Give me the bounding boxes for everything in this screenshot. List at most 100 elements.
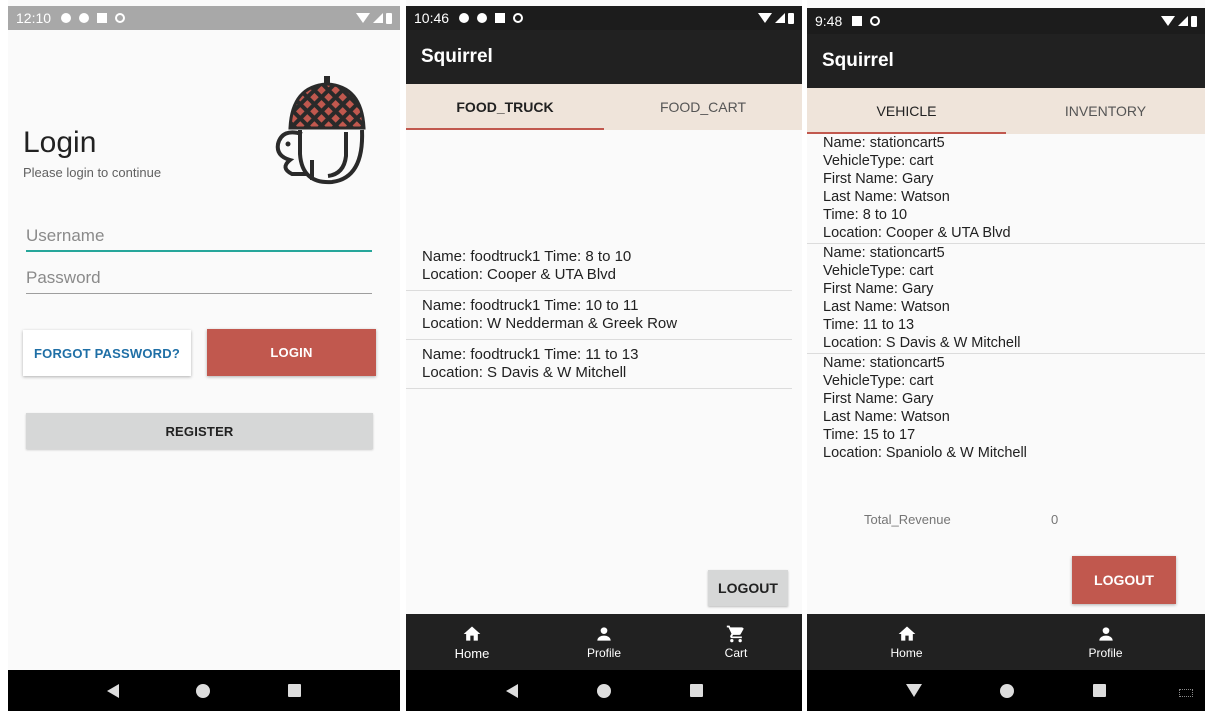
vehicle-name: Name: stationcart5 [823, 355, 945, 371]
person-icon [597, 627, 611, 641]
system-nav-bar [406, 670, 802, 711]
nav-profile[interactable]: Profile [1006, 614, 1205, 670]
list-item-line: Location: Cooper & UTA Blvd [422, 266, 616, 283]
register-button[interactable]: REGISTER [26, 413, 373, 449]
person-icon [1098, 627, 1113, 641]
back-icon[interactable] [505, 683, 518, 698]
revenue-value: 0 [1051, 512, 1059, 527]
recents-icon[interactable] [689, 684, 703, 697]
page-subtitle: Please login to continue [23, 165, 162, 180]
tab-bar: FOOD_TRUCK FOOD_CART [406, 84, 802, 130]
battery-icon [788, 12, 794, 24]
list-item[interactable]: Name: stationcart5 VehicleType: cart Fir… [807, 354, 1205, 458]
forgot-password-button[interactable]: FORGOT PASSWORD? [23, 330, 191, 376]
signal-icon [373, 13, 383, 23]
tab-food-truck[interactable]: FOOD_TRUCK [406, 84, 604, 130]
logout-button[interactable]: LOGOUT [1072, 556, 1176, 604]
nav-profile[interactable]: Profile [538, 614, 670, 670]
nav-label: Profile [586, 646, 621, 660]
tab-inventory[interactable]: INVENTORY [1006, 88, 1205, 134]
wifi-icon [1161, 16, 1175, 26]
sync-icon [870, 16, 881, 26]
tab-bar: VEHICLE INVENTORY [807, 88, 1205, 134]
location: Location: S Davis & W Mitchell [823, 335, 1021, 351]
first-name: First Name: Gary [823, 171, 934, 187]
schedule-list: Name: foodtruck1 Time: 8 to 10 Location:… [406, 246, 792, 393]
sync-icon [115, 13, 126, 23]
time-range: Time: 11 to 13 [823, 317, 915, 333]
home-icon [463, 626, 481, 641]
tab-food-cart[interactable]: FOOD_CART [604, 84, 802, 130]
home-circle-icon[interactable] [596, 683, 611, 698]
page-title: Login [23, 126, 97, 159]
sd-card-icon [852, 16, 863, 26]
nav-label: Home [454, 645, 490, 661]
list-item-line: Name: foodtruck1 Time: 10 to 11 [422, 297, 639, 314]
first-name: First Name: Gary [823, 391, 934, 407]
time-range: Time: 8 to 10 [823, 207, 908, 223]
keyboard-icon[interactable] [1179, 689, 1193, 697]
nav-label: Cart [724, 646, 748, 660]
home-circle-icon[interactable] [196, 683, 211, 698]
location: Location: Spaniolo & W Mitchell [823, 445, 1027, 458]
location: Location: Cooper & UTA Blvd [823, 225, 1011, 241]
shield-icon [477, 13, 488, 23]
list-item[interactable]: Name: foodtruck1 Time: 11 to 13 Location… [406, 344, 792, 389]
shield-icon [79, 13, 90, 23]
food-screen: 10:46 Squirrel FOOD_TRUCK FOOD_CART Name… [406, 0, 802, 711]
list-item-line: Location: S Davis & W Mitchell [422, 364, 627, 381]
list-item-line: Name: foodtruck1 Time: 11 to 13 [422, 346, 639, 363]
collapse-keyboard-icon[interactable] [906, 684, 923, 697]
status-time: 9:48 [815, 13, 843, 29]
home-icon [898, 626, 915, 641]
cart-icon [726, 625, 744, 643]
list-item[interactable]: Name: foodtruck1 Time: 8 to 10 Location:… [406, 246, 792, 291]
list-item[interactable]: Name: stationcart5 VehicleType: cart Fir… [807, 244, 1205, 354]
time-range: Time: 15 to 17 [823, 427, 916, 443]
vehicle-name: Name: stationcart5 [823, 245, 945, 261]
sync-icon [513, 13, 524, 23]
home-circle-icon[interactable] [1000, 683, 1015, 698]
last-name: Last Name: Watson [823, 189, 950, 205]
bottom-navigation: Home Profile Cart [406, 614, 802, 670]
vehicle-name: Name: stationcart5 [823, 135, 945, 151]
list-item-line: Location: W Nedderman & Greek Row [422, 315, 678, 332]
login-screen: 12:10 Login Please login to continue Use… [8, 0, 400, 711]
bottom-navigation: Home Profile [807, 614, 1205, 670]
gear-icon [459, 13, 470, 23]
squirrel-acorn-logo-icon [275, 76, 366, 185]
nav-home[interactable]: Home [807, 614, 1006, 670]
app-title: Squirrel [807, 34, 1205, 88]
nav-home[interactable]: Home [406, 614, 538, 670]
wifi-icon [356, 13, 370, 23]
back-icon[interactable] [106, 683, 119, 698]
recents-icon[interactable] [1092, 684, 1106, 697]
recents-icon[interactable] [288, 684, 302, 697]
list-item-line: Name: foodtruck1 Time: 8 to 10 [422, 248, 632, 265]
first-name: First Name: Gary [823, 281, 934, 297]
tab-vehicle[interactable]: VEHICLE [807, 88, 1006, 134]
vehicle-screen: 9:48 Squirrel VEHICLE INVENTORY Name: st… [807, 0, 1205, 711]
last-name: Last Name: Watson [823, 299, 950, 315]
nav-label: Profile [1088, 646, 1123, 660]
last-name: Last Name: Watson [823, 409, 950, 425]
sd-card-icon [97, 13, 108, 23]
status-time: 12:10 [16, 10, 52, 26]
nav-label: Home [890, 646, 923, 660]
revenue-label: Total_Revenue [864, 512, 951, 527]
app-title: Squirrel [406, 30, 802, 84]
status-bar: 12:10 [8, 6, 400, 30]
status-bar: 10:46 [406, 6, 802, 30]
password-field[interactable]: Password [26, 260, 372, 294]
logout-button[interactable]: LOGOUT [708, 570, 788, 606]
login-button[interactable]: LOGIN [207, 329, 376, 376]
list-item[interactable]: Name: foodtruck1 Time: 10 to 11 Location… [406, 295, 792, 340]
username-field[interactable]: Username [26, 218, 372, 252]
battery-icon [1191, 15, 1197, 27]
vehicle-list[interactable]: Name: stationcart5 VehicleType: cart Fir… [807, 134, 1205, 458]
wifi-icon [758, 13, 772, 23]
vehicle-type: VehicleType: cart [823, 373, 934, 389]
list-item[interactable]: Name: stationcart5 VehicleType: cart Fir… [807, 134, 1205, 244]
system-nav-bar [807, 670, 1205, 711]
nav-cart[interactable]: Cart [670, 614, 802, 670]
